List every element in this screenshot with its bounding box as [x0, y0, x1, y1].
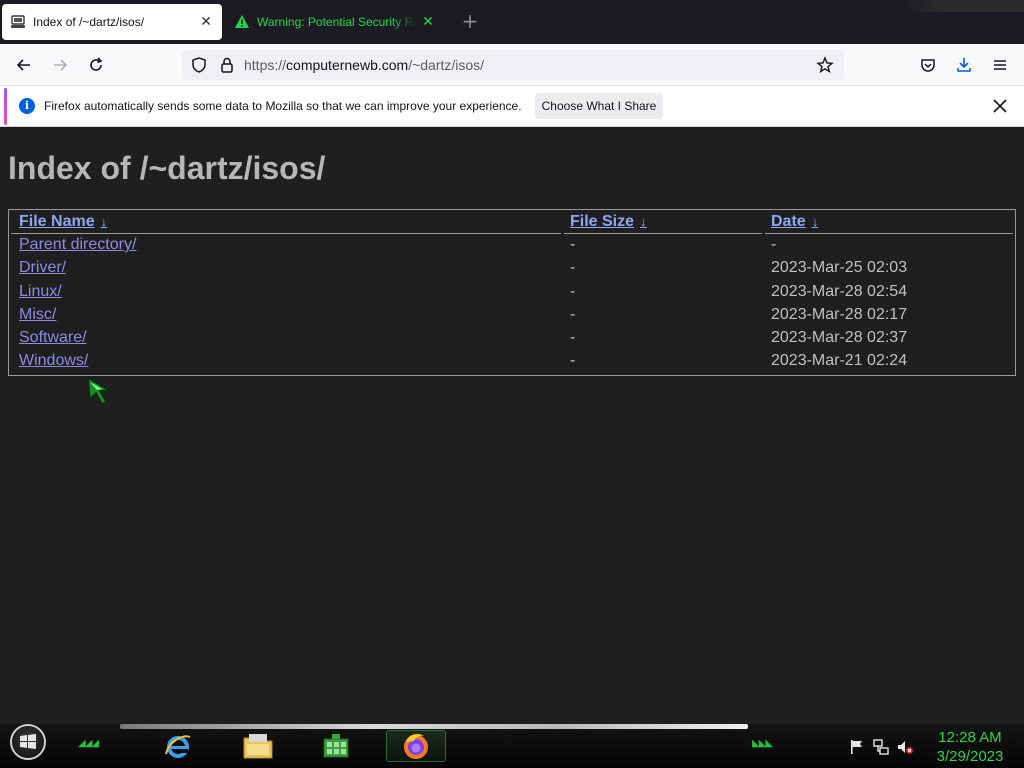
sort-arrow-icon[interactable]: ↓: [101, 214, 108, 229]
taskbar-app-grid[interactable]: [306, 730, 366, 762]
file-date: 2023-Mar-25 02:03: [771, 259, 908, 276]
table-row: Driver/ - 2023-Mar-25 02:03: [9, 259, 1015, 282]
sort-by-date-link[interactable]: Date: [771, 213, 806, 230]
sort-arrow-icon[interactable]: ↓: [812, 214, 819, 229]
start-button[interactable]: [10, 724, 46, 760]
firefox-icon: [404, 734, 428, 759]
taskbar-internet-explorer[interactable]: [148, 730, 208, 762]
tab-title: Warning: Potential Security Risk: [257, 15, 416, 29]
file-date: 2023-Mar-21 02:24: [771, 352, 908, 369]
volume-muted-icon[interactable]: [896, 738, 914, 756]
network-icon[interactable]: [872, 738, 890, 756]
downloads-icon[interactable]: [950, 51, 978, 79]
column-header-size: File Size ↓: [570, 213, 647, 231]
navigation-toolbar: https://computernewb.com/~dartz/isos/: [0, 44, 1024, 86]
software-folder-link[interactable]: Software/: [19, 329, 87, 347]
table-row: Windows/ - 2023-Mar-21 02:24: [9, 352, 1015, 375]
parent-directory-link[interactable]: Parent directory/: [19, 236, 136, 254]
windows-folder-link[interactable]: Windows/: [19, 352, 88, 370]
file-size: -: [570, 329, 576, 346]
windows-logo-icon: [20, 734, 36, 749]
decorative-chevrons-icon: ◣◣◣: [752, 738, 773, 749]
tab-title: Index of /~dartz/isos/: [33, 15, 145, 29]
sort-by-name-link[interactable]: File Name: [19, 213, 95, 230]
url-host: computernewb.com: [286, 57, 409, 73]
url-scheme: https://: [244, 57, 287, 73]
back-arrow-icon[interactable]: [10, 51, 38, 79]
tab-strip: Index of /~dartz/isos/ ✕ Warning: Potent…: [0, 0, 1024, 44]
directory-listing-table: File Name ↓ File Size ↓ Date ↓ Parent direc…: [8, 209, 1016, 376]
header-rule: [11, 233, 561, 234]
computer-favicon-icon: [10, 14, 26, 30]
mouse-cursor-icon: [87, 376, 111, 405]
tab-index-isos[interactable]: Index of /~dartz/isos/ ✕: [2, 4, 222, 40]
choose-what-i-share-button[interactable]: Choose What I Share: [535, 93, 663, 119]
file-size: -: [570, 259, 576, 276]
file-size: -: [570, 236, 576, 253]
column-header-name: File Name ↓: [19, 213, 107, 231]
notification-accent-stripe: [4, 88, 7, 125]
close-notification-icon[interactable]: [990, 96, 1010, 116]
clock-time: 12:28 AM: [938, 729, 1002, 746]
file-date: 2023-Mar-28 02:37: [771, 329, 908, 346]
url-text[interactable]: https://computernewb.com/~dartz/isos/: [244, 57, 484, 73]
clock-date: 3/29/2023: [936, 748, 1004, 765]
url-path: /~dartz/isos/: [408, 57, 485, 73]
table-row: Linux/ - 2023-Mar-28 02:54: [9, 283, 1015, 306]
window-corner-decoration: [904, 0, 1024, 12]
bookmark-star-icon[interactable]: [816, 56, 834, 74]
taskbar-firefox[interactable]: [386, 730, 446, 762]
tab-close-icon[interactable]: ✕: [420, 14, 436, 30]
hamburger-menu-icon[interactable]: [986, 51, 1014, 79]
table-row: Misc/ - 2023-Mar-28 02:17: [9, 306, 1015, 329]
taskbar-file-explorer[interactable]: [228, 730, 288, 762]
column-header-date: Date ↓: [771, 213, 818, 231]
file-size: -: [570, 306, 576, 323]
sort-arrow-icon[interactable]: ↓: [640, 214, 647, 229]
file-size: -: [570, 352, 576, 369]
taskbar-top-glow: [120, 724, 748, 729]
table-header: File Name ↓ File Size ↓ Date ↓: [9, 210, 1015, 234]
linux-folder-link[interactable]: Linux/: [19, 283, 62, 301]
tab-close-icon[interactable]: ✕: [198, 14, 214, 30]
reload-icon[interactable]: [82, 51, 110, 79]
notification-message: Firefox automatically sends some data to…: [44, 99, 522, 113]
data-collection-notification: i Firefox automatically sends some data …: [0, 86, 1024, 127]
app-grid-icon: [323, 734, 349, 758]
misc-folder-link[interactable]: Misc/: [19, 306, 56, 324]
file-date: 2023-Mar-28 02:17: [771, 306, 908, 323]
taskbar: ◢◢◢ ◣◣◣ 12:28 AM 3/29/2023: [0, 724, 1024, 768]
file-size: -: [570, 283, 576, 300]
forward-arrow-icon[interactable]: [46, 51, 74, 79]
header-rule: [564, 233, 762, 234]
address-bar[interactable]: https://computernewb.com/~dartz/isos/: [182, 50, 844, 80]
pocket-icon[interactable]: [914, 51, 942, 79]
tab-security-warning[interactable]: Warning: Potential Security Risk ✕: [226, 4, 444, 40]
file-explorer-icon: [243, 734, 273, 759]
sort-by-size-link[interactable]: File Size: [570, 213, 634, 230]
info-icon: i: [19, 98, 35, 114]
page-content: Index of /~dartz/isos/ File Name ↓ File S…: [0, 128, 1024, 724]
file-date: 2023-Mar-28 02:54: [771, 283, 908, 300]
internet-explorer-icon: [165, 735, 191, 758]
new-tab-plus-icon[interactable]: +: [458, 10, 482, 34]
action-center-flag-icon[interactable]: [848, 738, 866, 756]
page-heading: Index of /~dartz/isos/: [8, 150, 326, 186]
tracking-shield-icon[interactable]: [190, 56, 208, 74]
table-row: Software/ - 2023-Mar-28 02:37: [9, 329, 1015, 352]
file-date: -: [771, 236, 777, 253]
header-rule: [765, 233, 1013, 234]
system-clock[interactable]: 12:28 AM 3/29/2023: [922, 728, 1018, 766]
decorative-chevrons-icon: ◢◢◢: [78, 738, 99, 749]
driver-folder-link[interactable]: Driver/: [19, 259, 66, 277]
table-row: Parent directory/ - -: [9, 236, 1015, 259]
warning-icon: [234, 14, 250, 30]
lock-icon[interactable]: [218, 56, 236, 74]
